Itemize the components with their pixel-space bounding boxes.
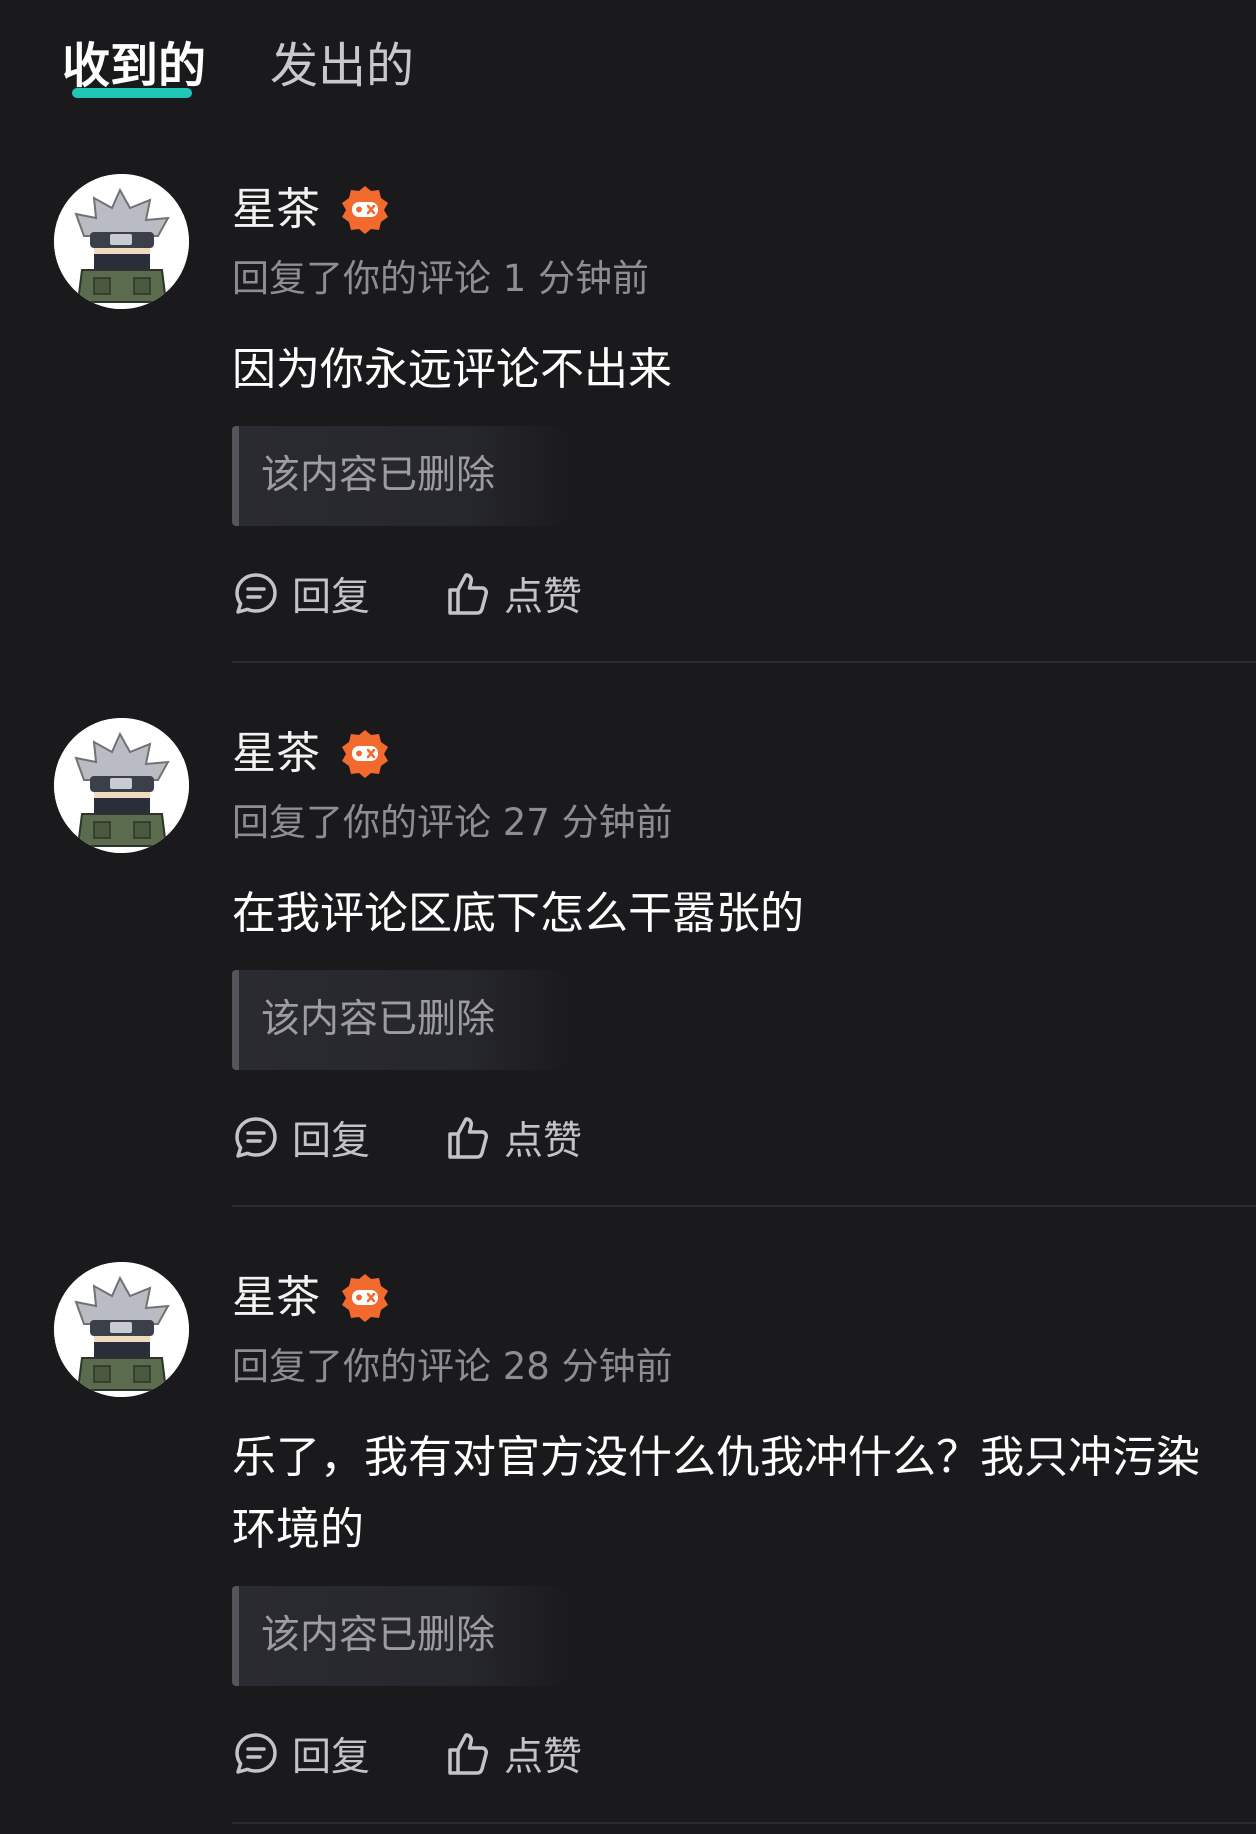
comment-text: 乐了，我有对官方没什么仇我冲什么？我只冲污染环境的	[232, 1432, 1200, 1555]
thumbs-up-icon	[448, 1733, 488, 1775]
divider	[232, 1205, 1256, 1207]
like-label: 点赞	[504, 1119, 583, 1164]
divider	[232, 661, 1256, 663]
user-row: 星茶	[232, 1270, 391, 1330]
avatar[interactable]	[54, 718, 189, 853]
tab-sent-label: 发出的	[270, 38, 415, 94]
tab-received-label: 收到的	[62, 38, 207, 94]
comment-bubble-icon	[235, 573, 277, 614]
reply-label: 回复	[292, 1119, 371, 1164]
comment-text: 在我评论区底下怎么干嚣张的	[232, 888, 804, 939]
quoted-comment-text: 该内容已删除	[261, 453, 496, 498]
tab-received[interactable]: 收到的	[62, 36, 206, 96]
active-tab-indicator	[72, 88, 192, 98]
comment-bubble-icon	[235, 1117, 277, 1158]
game-controller-badge-icon	[339, 728, 391, 780]
game-controller-badge-icon	[339, 1272, 391, 1324]
divider	[232, 1822, 1256, 1824]
quoted-comment-text: 该内容已删除	[261, 1613, 496, 1658]
like-label: 点赞	[504, 575, 583, 620]
quoted-comment[interactable]: 该内容已删除	[232, 1586, 571, 1686]
game-controller-badge-icon	[339, 184, 391, 236]
username[interactable]: 星茶	[232, 728, 320, 779]
thumbs-up-icon	[448, 1117, 488, 1159]
quoted-comment[interactable]: 该内容已删除	[232, 426, 571, 526]
avatar[interactable]	[54, 174, 189, 309]
username[interactable]: 星茶	[232, 184, 320, 235]
tab-sent[interactable]: 发出的	[270, 36, 414, 96]
reply-label: 回复	[292, 1735, 371, 1780]
quoted-comment[interactable]: 该内容已删除	[232, 970, 571, 1070]
reply-button[interactable]: 回复	[232, 564, 370, 624]
thumbs-up-icon	[448, 573, 488, 615]
username[interactable]: 星茶	[232, 1272, 320, 1323]
like-label: 点赞	[504, 1735, 583, 1780]
user-row: 星茶	[232, 182, 391, 242]
avatar-ninja-icon	[54, 1262, 189, 1397]
user-row: 星茶	[232, 726, 391, 786]
like-button[interactable]: 点赞	[444, 1108, 582, 1168]
avatar-ninja-icon	[54, 174, 189, 309]
reply-button[interactable]: 回复	[232, 1724, 370, 1784]
quoted-comment-text: 该内容已删除	[261, 997, 496, 1042]
like-button[interactable]: 点赞	[444, 1724, 582, 1784]
avatar[interactable]	[54, 1262, 189, 1397]
reply-meta: 回复了你的评论 28 分钟前	[232, 1345, 673, 1388]
comment-text: 因为你永远评论不出来	[232, 344, 672, 395]
reply-label: 回复	[292, 575, 371, 620]
comment-bubble-icon	[235, 1733, 277, 1774]
reply-button[interactable]: 回复	[232, 1108, 370, 1168]
avatar-ninja-icon	[54, 718, 189, 853]
reply-meta: 回复了你的评论 27 分钟前	[232, 801, 673, 844]
like-button[interactable]: 点赞	[444, 564, 582, 624]
reply-meta: 回复了你的评论 1 分钟前	[232, 257, 650, 300]
